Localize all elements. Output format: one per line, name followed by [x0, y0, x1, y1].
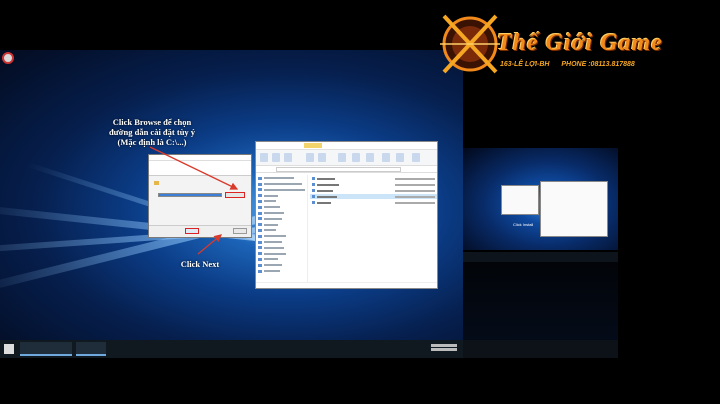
- nav-item[interactable]: [258, 176, 305, 181]
- file-row[interactable]: [310, 182, 437, 187]
- explorer-titlebar: [256, 142, 437, 150]
- nav-item[interactable]: [258, 205, 305, 210]
- recycle-bin-icon[interactable]: [2, 52, 14, 64]
- nav-item[interactable]: [258, 257, 305, 262]
- ribbon-icon[interactable]: [284, 153, 292, 162]
- nav-item[interactable]: [258, 193, 305, 198]
- nav-item[interactable]: [258, 182, 305, 187]
- browse-button[interactable]: [225, 192, 245, 198]
- preview-taskbar: [463, 340, 618, 358]
- file-explorer-window: [255, 141, 438, 289]
- preview-desktop: Click Install: [463, 148, 618, 250]
- ribbon-icon[interactable]: [396, 153, 404, 162]
- nav-item[interactable]: [258, 245, 305, 250]
- nav-item[interactable]: [258, 199, 305, 204]
- file-row[interactable]: [310, 188, 437, 193]
- ribbon-icon[interactable]: [260, 153, 268, 162]
- file-row[interactable]: [310, 176, 437, 181]
- ribbon-icon[interactable]: [352, 153, 360, 162]
- logo-phone: PHONE :08113.817888: [561, 61, 635, 68]
- preview-caption: Click Install: [513, 222, 534, 227]
- explorer-ribbon: [256, 150, 437, 166]
- taskbar: [0, 340, 463, 358]
- callout-browse-line: đường dẫn cài đặt tùy ý: [108, 127, 196, 137]
- dialog-footer: [149, 225, 251, 237]
- preview-dialog: [501, 185, 539, 215]
- file-row[interactable]: [310, 194, 437, 199]
- next-button[interactable]: [185, 228, 199, 234]
- setup-dialog: [148, 154, 252, 238]
- nav-item[interactable]: [258, 228, 305, 233]
- callout-browse: Click Browse để chọn đường dẫn cài đặt t…: [72, 117, 232, 147]
- file-row[interactable]: [310, 200, 437, 205]
- logo-address: 163-LÊ LỢI-BH: [500, 61, 550, 68]
- folder-icon: [154, 181, 159, 185]
- status-bar: [256, 282, 437, 288]
- ribbon-icon[interactable]: [272, 153, 280, 162]
- taskbar-app[interactable]: [36, 342, 72, 356]
- ribbon-icon[interactable]: [412, 153, 420, 162]
- nav-item[interactable]: [258, 222, 305, 227]
- ribbon-icon[interactable]: [338, 153, 346, 162]
- callout-browse-line: Click Browse để chọn: [112, 117, 192, 127]
- nav-item[interactable]: [258, 234, 305, 239]
- nav-item[interactable]: [258, 263, 305, 268]
- navigation-pane: [256, 175, 308, 282]
- explorer-context-tab[interactable]: [304, 143, 322, 148]
- preview-explorer: [540, 181, 608, 237]
- logo-subtitle: 163-LÊ LỢI-BH PHONE :08113.817888: [500, 61, 635, 68]
- install-path-field[interactable]: [158, 193, 222, 197]
- callout-next: Click Next: [180, 259, 220, 269]
- ribbon-icon[interactable]: [318, 153, 326, 162]
- ribbon-icon[interactable]: [366, 153, 374, 162]
- ribbon-icon[interactable]: [382, 153, 390, 162]
- system-tray[interactable]: [431, 343, 457, 355]
- nav-item[interactable]: [258, 211, 305, 216]
- nav-item[interactable]: [258, 216, 305, 221]
- file-list: [310, 175, 437, 225]
- logo-title: Thế Giới Game: [497, 30, 663, 56]
- ribbon-icon[interactable]: [306, 153, 314, 162]
- start-icon[interactable]: [4, 344, 14, 354]
- cancel-button[interactable]: [233, 228, 247, 234]
- nav-item[interactable]: [258, 251, 305, 256]
- nav-item[interactable]: [258, 240, 305, 245]
- nav-item[interactable]: [258, 269, 305, 274]
- callout-browse-line: (Mặc định là C:\...): [117, 137, 187, 147]
- taskbar-app[interactable]: [76, 342, 106, 356]
- nav-item[interactable]: [258, 187, 305, 192]
- address-bar[interactable]: [256, 166, 437, 173]
- dialog-header: [149, 161, 251, 176]
